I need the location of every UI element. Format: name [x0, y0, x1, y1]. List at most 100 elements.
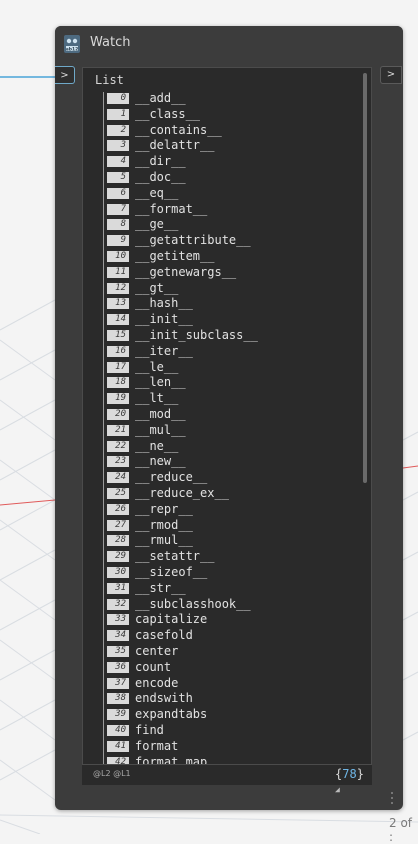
node-title: Watch: [90, 35, 131, 50]
list-item-value: __getnewargs__: [135, 264, 237, 279]
list-item-value: __reduce_ex__: [135, 486, 229, 500]
list-item-index: 32: [107, 598, 129, 610]
list-item-index: 15: [107, 330, 129, 341]
list-item-index: 5: [107, 172, 129, 183]
list-item-value: __lt__: [135, 391, 179, 406]
list-item-index: 9: [107, 235, 129, 247]
list-item-value: casefold: [135, 628, 193, 643]
list-item-value: __eq__: [135, 185, 179, 200]
list-item-value: __setattr__: [135, 549, 215, 564]
list-item-value: __subclasshook__: [135, 596, 251, 611]
list-item-value: expandtabs: [135, 707, 208, 722]
list-item-index: 28: [107, 535, 129, 547]
watch-node-icon: ab12: [64, 35, 80, 53]
list-item-value: __dir__: [135, 154, 186, 169]
list-item-index: 17: [107, 361, 129, 373]
list-count: {78} ◢: [335, 767, 372, 795]
list-title: List: [95, 73, 124, 87]
list-item-value: __mod__: [135, 407, 186, 421]
list-item-index: 16: [107, 345, 129, 357]
list-item-index: 3: [107, 140, 129, 152]
list-item-index: 4: [107, 156, 129, 168]
list-item-value: __mul__: [135, 422, 186, 437]
list-item-value: __delattr__: [135, 138, 215, 153]
svg-text:ab12: ab12: [66, 47, 79, 53]
list-item-index: 34: [107, 630, 129, 642]
list-levels[interactable]: @L2 @L1: [93, 769, 131, 778]
list-item-value: __format__: [135, 201, 208, 216]
list-item-index: 12: [107, 282, 129, 294]
list-item-index: 21: [107, 424, 129, 436]
list-item-index: 39: [107, 709, 129, 721]
list-item-index: 41: [107, 740, 129, 752]
watch-node[interactable]: ab12 Watch > > List 0 __add__ 1 __class__ 2 _…: [55, 26, 403, 810]
vertical-scrollbar[interactable]: [363, 73, 367, 483]
list-item-index: 7: [107, 203, 129, 215]
list-item-index: 23: [107, 456, 129, 468]
list-item-index: 30: [107, 567, 129, 578]
list-item-index: 25: [107, 488, 129, 499]
list-item-index: 36: [107, 661, 129, 673]
input-port[interactable]: >: [55, 66, 75, 84]
list-item-value: __doc__: [135, 170, 186, 184]
list-item-value: __class__: [135, 106, 201, 121]
list-item-index: 10: [107, 251, 129, 262]
list-item-value: __rmod__: [135, 517, 193, 532]
output-port[interactable]: >: [380, 66, 402, 84]
list-item-index: 20: [107, 409, 129, 420]
list-item-index: 2: [107, 124, 129, 136]
list-item-value: __sizeof__: [135, 565, 208, 579]
list-item-index: 35: [107, 646, 129, 657]
list-item-value: format: [135, 738, 179, 753]
list-item-index: 11: [107, 266, 129, 278]
list-item-value: capitalize: [135, 612, 208, 627]
list-item-index: 22: [107, 440, 129, 452]
list-item-value: __gt__: [135, 280, 179, 295]
list-item-value: __add__: [135, 91, 186, 105]
list-item-index: 27: [107, 519, 129, 531]
list-item-value: endswith: [135, 691, 193, 706]
list-item-index: 14: [107, 314, 129, 326]
list-item-index: 13: [107, 298, 129, 310]
count-value: 78: [342, 767, 357, 781]
list-item-index: 8: [107, 219, 129, 231]
page-counter: 2 of :: [389, 816, 413, 844]
list-item-value: find: [135, 723, 164, 737]
watch-preview-panel[interactable]: List 0 __add__ 1 __class__ 2 __contains__ 3 __d…: [82, 67, 372, 785]
list-item-index: 38: [107, 693, 129, 705]
watch-footer: @L2 @L1 {78} ◢: [82, 764, 372, 794]
list-item-value: center: [135, 644, 179, 658]
list-item-index: 19: [107, 393, 129, 405]
list-item-value: __ne__: [135, 438, 179, 453]
list-item-value: __ge__: [135, 217, 179, 232]
node-header[interactable]: ab12 Watch: [55, 26, 403, 60]
list-item-value: count: [135, 659, 172, 674]
list-item-index: 0: [107, 93, 129, 104]
list-item-value: __repr__: [135, 501, 193, 516]
list-item-index: 24: [107, 472, 129, 484]
list-item-value: __hash__: [135, 296, 193, 311]
list-item-value: __str__: [135, 580, 186, 595]
list-item-index: 31: [107, 582, 129, 594]
list-item-index: 18: [107, 377, 129, 389]
list-tree-line: [103, 92, 104, 782]
list-item-index: 1: [107, 108, 129, 120]
list-item-index: 40: [107, 725, 129, 736]
list-item-value: __new__: [135, 454, 186, 469]
list-item-index: 37: [107, 677, 129, 689]
list-item-value: __init__: [135, 312, 193, 327]
list-item-index: 29: [107, 551, 129, 563]
list-item-value: __getitem__: [135, 249, 215, 263]
list-item-value: __len__: [135, 375, 186, 390]
list-item-value: __reduce__: [135, 470, 208, 485]
list-item-index: 6: [107, 187, 129, 199]
list-item-value: __rmul__: [135, 533, 193, 548]
resize-grip-icon[interactable]: ◢: [335, 785, 340, 794]
list-item-value: __iter__: [135, 343, 193, 358]
list-item-value: __contains__: [135, 122, 222, 137]
list-item-index: 33: [107, 614, 129, 626]
list-item-index: 26: [107, 503, 129, 515]
list-item-value: __le__: [135, 359, 179, 374]
list-item-value: __getattribute__: [135, 233, 251, 248]
list-item-value: __init_subclass__: [135, 328, 258, 342]
